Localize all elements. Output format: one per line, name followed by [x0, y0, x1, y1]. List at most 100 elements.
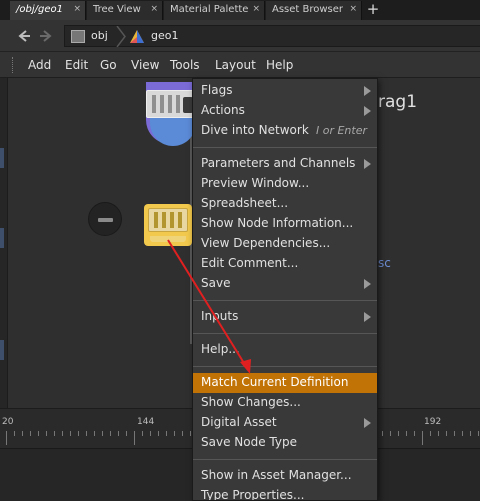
timeline-minor-tick	[446, 431, 447, 436]
menu-add[interactable]: Add	[28, 58, 51, 72]
tab-asset-browser[interactable]: Asset Browser ×	[266, 1, 362, 20]
bypass-node-icon[interactable]	[88, 202, 122, 236]
menu-item-label: Digital Asset	[201, 415, 277, 429]
timeline-minor-tick	[118, 431, 119, 436]
menu-item-show-in-asset-manager[interactable]: Show in Asset Manager...	[193, 466, 377, 486]
menu-layout[interactable]: Layout	[215, 58, 256, 72]
menu-item-match-current-definition[interactable]: Match Current Definition	[193, 373, 377, 393]
tab-tree-view[interactable]: Tree View ×	[87, 1, 163, 20]
menu-item-label: Parameters and Channels	[201, 156, 356, 170]
menu-item-label: Save Node Type	[201, 435, 297, 449]
menu-item-view-dependencies[interactable]: View Dependencies...	[193, 234, 377, 254]
menu-item-edit-comment[interactable]: Edit Comment...	[193, 254, 377, 274]
network-path-field[interactable]: obj geo1	[64, 25, 480, 47]
pane-tab-bar: /obj/geo1 × Tree View × Material Palette…	[0, 0, 480, 20]
menu-item-label: Inputs	[201, 309, 239, 323]
timeline-minor-tick	[398, 431, 399, 436]
menu-item-parameters-and-channels[interactable]: Parameters and Channels	[193, 154, 377, 174]
timeline-minor-tick	[462, 431, 463, 436]
timeline-minor-tick	[390, 431, 391, 436]
menu-item-flags[interactable]: Flags	[193, 81, 377, 101]
network-left-toolbar	[0, 78, 8, 408]
timeline-minor-tick	[478, 431, 479, 436]
selected-node[interactable]	[144, 204, 192, 246]
submenu-arrow-icon	[364, 159, 371, 169]
menu-item-dive-into-network[interactable]: Dive into Network I or Enter	[193, 121, 377, 141]
timeline-minor-tick	[62, 431, 63, 436]
menu-item-type-properties[interactable]: Type Properties...	[193, 486, 377, 500]
timeline-minor-tick	[382, 431, 383, 436]
timeline-minor-tick	[94, 431, 95, 436]
menu-item-label: Dive into Network	[201, 123, 309, 137]
menu-item-spreadsheet[interactable]: Spreadsheet...	[193, 194, 377, 214]
menu-item-inputs[interactable]: Inputs	[193, 307, 377, 327]
menu-item-save[interactable]: Save	[193, 274, 377, 294]
timeline-minor-tick	[166, 431, 167, 436]
timeline-major-tick	[6, 431, 7, 445]
node-output-connector[interactable]	[150, 236, 186, 242]
timeline-minor-tick	[30, 431, 31, 436]
menu-view[interactable]: View	[131, 58, 159, 72]
menu-separator	[193, 300, 377, 301]
menu-item-label: Show Changes...	[201, 395, 301, 409]
timeline-minor-tick	[46, 431, 47, 436]
tab-close-icon[interactable]: ×	[252, 4, 260, 14]
menu-go[interactable]: Go	[100, 58, 117, 72]
menu-item-preview-window[interactable]: Preview Window...	[193, 174, 377, 194]
tab-close-icon[interactable]: ×	[349, 4, 357, 14]
path-current-label[interactable]: geo1	[151, 29, 178, 42]
tab-close-icon[interactable]: ×	[150, 4, 158, 14]
timeline-minor-tick	[470, 431, 471, 436]
toolbar-marker	[0, 340, 4, 360]
timeline-major-tick	[134, 431, 135, 445]
menu-edit[interactable]: Edit	[65, 58, 88, 72]
timeline-minor-tick	[102, 431, 103, 436]
menu-item-label: Preview Window...	[201, 176, 310, 190]
tab-label: Asset Browser	[272, 4, 344, 15]
timeline-minor-tick	[86, 431, 87, 436]
timeline-minor-tick	[190, 431, 191, 436]
submenu-arrow-icon	[364, 418, 371, 428]
back-arrow-icon[interactable]	[16, 28, 32, 44]
path-root-label[interactable]: obj	[91, 29, 108, 42]
tab-label: Material Palette	[170, 4, 249, 15]
toolbar-marker	[0, 228, 4, 248]
submenu-arrow-icon	[364, 312, 371, 322]
menu-item-actions[interactable]: Actions	[193, 101, 377, 121]
tab-obj-geo1[interactable]: /obj/geo1 ×	[10, 1, 86, 20]
timeline-minor-tick	[22, 431, 23, 436]
timeline-tick-label: 144	[137, 417, 155, 427]
menubar-grip-handle[interactable]	[12, 57, 15, 73]
add-tab-button[interactable]: +	[364, 0, 382, 20]
timeline-minor-tick	[142, 431, 143, 436]
timeline-major-tick	[422, 431, 423, 445]
obj-context-icon	[71, 30, 85, 43]
submenu-arrow-icon	[364, 106, 371, 116]
timeline-minor-tick	[414, 431, 415, 436]
menu-item-help[interactable]: Help...	[193, 340, 377, 360]
menu-item-show-changes[interactable]: Show Changes...	[193, 393, 377, 413]
menu-item-label: Help...	[201, 342, 240, 356]
timeline-minor-tick	[54, 431, 55, 436]
menu-tools[interactable]: Tools	[170, 58, 200, 72]
forward-arrow-icon[interactable]	[38, 28, 54, 44]
path-separator-icon	[116, 26, 126, 47]
menu-separator	[193, 147, 377, 148]
submenu-arrow-icon	[364, 279, 371, 289]
menu-item-label: Edit Comment...	[201, 256, 299, 270]
timeline-minor-tick	[454, 431, 455, 436]
node-context-menu: Flags Actions Dive into Network I or Enter P…	[192, 78, 378, 501]
menu-item-digital-asset[interactable]: Digital Asset	[193, 413, 377, 433]
menu-item-show-node-information[interactable]: Show Node Information...	[193, 214, 377, 234]
menu-item-save-node-type[interactable]: Save Node Type	[193, 433, 377, 453]
menu-help[interactable]: Help	[266, 58, 293, 72]
menu-separator	[193, 366, 377, 367]
tab-material-palette[interactable]: Material Palette ×	[164, 1, 265, 20]
node-body	[146, 90, 194, 118]
upstream-node[interactable]	[146, 82, 196, 146]
menu-item-label: Flags	[201, 83, 233, 97]
timeline-minor-tick	[78, 431, 79, 436]
timeline-minor-tick	[14, 431, 15, 436]
tab-close-icon[interactable]: ×	[73, 4, 81, 14]
menu-item-shortcut: I or Enter	[315, 124, 367, 137]
